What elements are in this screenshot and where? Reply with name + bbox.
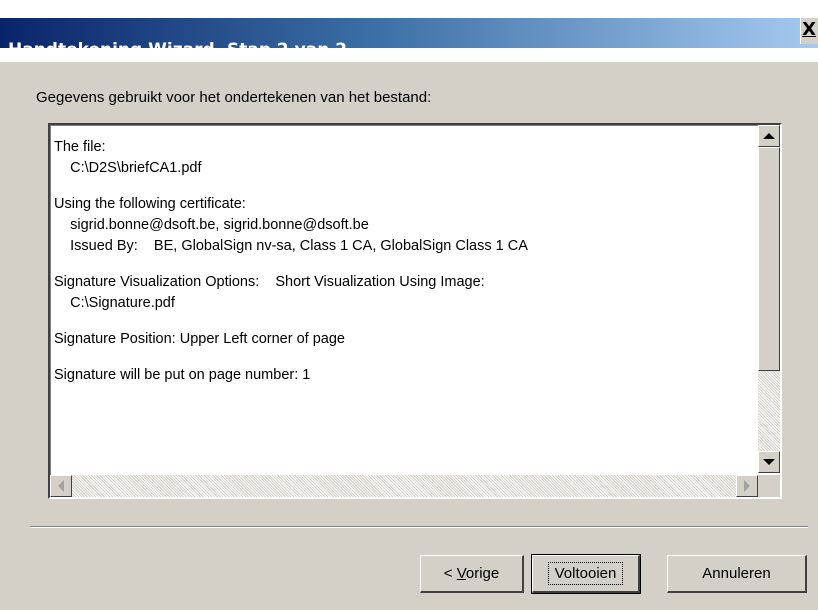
finish-button-label: Voltooien [547,562,624,585]
arrow-right-icon [744,480,750,492]
details-spacer [54,257,754,272]
cancel-button[interactable]: Annuleren [667,555,807,593]
details-line: Signature Position: Upper Left corner of… [54,331,345,347]
title-bar[interactable]: Handtekening Wizard, Stap 2 van 2 [0,18,818,60]
back-mnemonic: V [456,565,466,582]
scroll-left-button[interactable] [50,475,72,497]
arrow-up-icon [763,133,775,139]
signing-details-content: The file: C:\D2S\briefCA1.pdf Using the f… [54,137,754,386]
details-line: Issued By: BE, GlobalSign nv-sa, Class 1… [54,238,528,254]
horizontal-scrollbar[interactable] [50,475,758,497]
back-rest: orige [465,565,500,582]
details-line: Signature will be put on page number: 1 [54,367,311,383]
intro-label: Gegevens gebruikt voor het ondertekenen … [36,89,432,106]
back-button[interactable]: < Vorige [420,555,524,593]
details-line: Signature Visualization Options: Short V… [54,274,485,290]
close-button[interactable]: X [800,18,818,44]
arrow-left-icon [58,480,64,492]
details-line: The file: [54,139,106,155]
details-line: sigrid.bonne@dsoft.be, sigrid.bonne@dsof… [54,217,369,233]
details-spacer [54,179,754,194]
details-line: C:\Signature.pdf [54,295,175,311]
back-prefix: < [443,565,457,582]
scrollbar-corner [758,475,780,497]
details-line: Using the following certificate: [54,196,246,212]
finish-button[interactable]: Voltooien [531,554,641,594]
cancel-button-label: Annuleren [702,565,771,582]
button-separator [30,526,808,528]
details-line: C:\D2S\briefCA1.pdf [54,160,202,176]
arrow-down-icon [763,459,775,465]
details-spacer [54,314,754,329]
vertical-scrollbar[interactable] [758,125,780,473]
window-title: Handtekening Wizard, Stap 2 van 2 [8,40,348,60]
title-bar-area: Handtekening Wizard, Stap 2 van 2 X [0,0,818,62]
vertical-scroll-thumb[interactable] [758,147,780,371]
scroll-up-button[interactable] [758,125,780,147]
scroll-right-button[interactable] [736,475,758,497]
back-button-label: < Vorige [444,565,499,582]
details-spacer [54,350,754,365]
signing-details-textbox[interactable]: The file: C:\D2S\briefCA1.pdf Using the f… [48,123,782,499]
scroll-down-button[interactable] [758,451,780,473]
close-icon: X [802,19,816,40]
